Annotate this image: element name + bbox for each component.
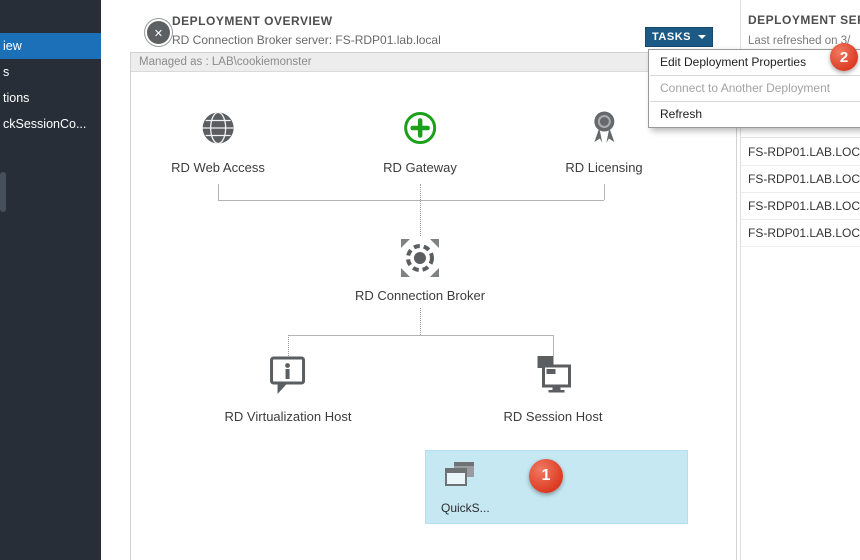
node-label: RD Web Access: [171, 160, 265, 175]
server-row[interactable]: FS-RDP01.LAB.LOCAL: [741, 139, 860, 166]
collection-label: QuickS...: [441, 501, 490, 515]
x-circle-icon: [154, 24, 163, 42]
sidebar-item-quicksessioncollection[interactable]: ckSessionCo...: [0, 111, 101, 137]
connector-line-dotted: [420, 184, 421, 236]
deployment-overview-icon: [147, 21, 170, 44]
step-1-badge: 1: [529, 459, 563, 493]
server-row[interactable]: FS-RDP01.LAB.LOCAL: [741, 220, 860, 247]
node-label: RD Virtualization Host: [225, 409, 352, 424]
page-title: DEPLOYMENT OVERVIEW: [172, 14, 333, 28]
node-label: RD Licensing: [565, 160, 642, 175]
node-rd-web-access[interactable]: RD Web Access: [171, 108, 265, 175]
connection-broker-icon: [398, 236, 442, 280]
server-row[interactable]: FS-RDP01.LAB.LOCAL: [741, 193, 860, 220]
node-label: RD Session Host: [504, 409, 603, 424]
page-subtitle: RD Connection Broker server: FS-RDP01.la…: [172, 33, 441, 47]
tasks-menu: Edit Deployment Properties Connect to An…: [648, 49, 860, 128]
server-list: FS-RDP01.LAB.LOCAL FS-RDP01.LAB.LOCAL FS…: [741, 139, 860, 247]
sidebar-item-label: s: [3, 65, 9, 79]
sidebar-item-label: tions: [3, 91, 29, 105]
connector-line-dotted: [288, 335, 289, 356]
add-plus-icon: [400, 108, 440, 148]
connector-line: [553, 335, 554, 356]
server-row[interactable]: FS-RDP01.LAB.LOCAL: [741, 166, 860, 193]
step-2-badge: 2: [830, 43, 858, 71]
connector-line: [288, 335, 553, 336]
server-monitor-icon: [530, 354, 576, 398]
sidebar: iew s tions ckSessionCo...: [0, 0, 101, 560]
menu-item-refresh[interactable]: Refresh: [649, 104, 860, 125]
deployment-servers-title: DEPLOYMENT SERVERS: [748, 13, 860, 27]
chevron-down-icon: [698, 35, 706, 39]
server-manager-rds-overview: iew s tions ckSessionCo... DEPLOYMENT OV…: [0, 0, 860, 560]
collection-icon: [442, 460, 478, 490]
sidebar-item-overview[interactable]: iew: [0, 33, 101, 59]
sidebar-scrollbar[interactable]: [0, 172, 6, 212]
node-rd-licensing[interactable]: RD Licensing: [565, 107, 642, 175]
menu-item-edit-deployment-properties[interactable]: Edit Deployment Properties: [649, 52, 860, 73]
column-header-divider: [741, 137, 860, 138]
connector-line-dotted: [420, 308, 421, 335]
sidebar-item-collections[interactable]: tions: [0, 85, 101, 111]
tasks-button-label: TASKS: [652, 31, 691, 43]
menu-item-connect-to-another-deployment[interactable]: Connect to Another Deployment: [649, 78, 860, 99]
managed-as-bar: Managed as : LAB\cookiemonster: [131, 53, 736, 72]
menu-separator: [650, 101, 860, 102]
menu-separator: [650, 75, 860, 76]
node-label: RD Gateway: [383, 160, 457, 175]
node-rd-session-host[interactable]: RD Session Host: [504, 354, 603, 424]
globe-icon: [198, 108, 238, 148]
node-rd-connection-broker[interactable]: RD Connection Broker: [355, 236, 485, 303]
node-label: RD Connection Broker: [355, 288, 485, 303]
connector-line: [218, 200, 604, 201]
info-bubble-icon: [265, 354, 311, 398]
connector-line: [218, 184, 219, 200]
medal-icon: [584, 107, 624, 147]
connector-line: [604, 184, 605, 200]
node-rd-virtualization-host[interactable]: RD Virtualization Host: [225, 354, 352, 424]
sidebar-item-servers[interactable]: s: [0, 59, 101, 85]
sidebar-item-label: iew: [3, 39, 22, 53]
tasks-button[interactable]: TASKS: [645, 27, 713, 47]
deployment-diagram: Managed as : LAB\cookiemonster RD Web Ac…: [130, 52, 737, 560]
sidebar-item-label: ckSessionCo...: [3, 117, 86, 131]
node-rd-gateway[interactable]: RD Gateway: [383, 108, 457, 175]
